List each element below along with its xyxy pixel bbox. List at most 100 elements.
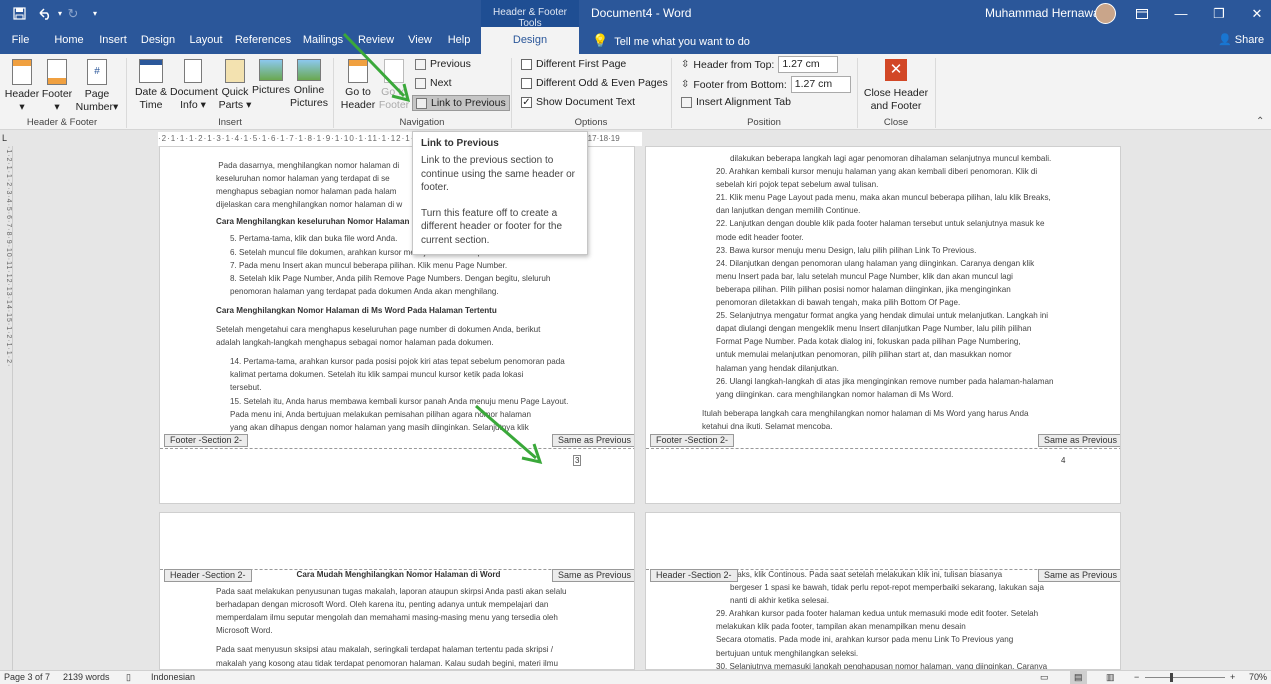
pictures-icon — [259, 59, 283, 81]
go-to-footer-button: Go to Footer — [376, 59, 412, 112]
tab-references[interactable]: References — [233, 27, 293, 54]
save-icon[interactable] — [8, 0, 30, 27]
same-as-previous-tag: Same as Previous — [1038, 569, 1120, 582]
customize-toolbar-icon[interactable]: ▾ — [90, 0, 100, 27]
page-count[interactable]: Page 3 of 7 — [4, 671, 50, 684]
tab-review[interactable]: Review — [355, 27, 397, 54]
undo-dropdown-icon[interactable]: ▾ — [56, 0, 64, 27]
page-number-button[interactable]: # Page Number▾ — [74, 59, 120, 114]
pictures-button[interactable]: Pictures — [252, 59, 290, 97]
quick-parts-icon — [225, 59, 245, 83]
footer-section-tag: Footer -Section 2- — [164, 434, 249, 447]
close-header-footer-button[interactable]: ✕ Close Header and Footer — [862, 59, 930, 113]
zoom-slider[interactable] — [1145, 677, 1225, 678]
person-icon: 👤 — [1218, 34, 1232, 46]
previous-icon — [415, 58, 426, 70]
group-label-insert: Insert — [218, 117, 242, 128]
footer-icon — [47, 59, 67, 85]
online-pictures-icon — [297, 59, 321, 81]
different-odd-even-checkbox[interactable]: Different Odd & Even Pages — [521, 77, 668, 89]
web-layout-icon[interactable]: ▥ — [1106, 671, 1115, 684]
document-info-button[interactable]: Document Info ▾ — [170, 59, 218, 112]
page-6-body[interactable]: reaks, klik Continous. Pada saat setelah… — [702, 568, 1066, 669]
proofing-icon[interactable]: ▯ — [126, 671, 131, 684]
group-label-close: Close — [883, 117, 909, 128]
link-icon — [416, 97, 427, 109]
header-from-top-input[interactable]: 1.27 cm — [778, 56, 839, 73]
checkmark-icon: ✓ — [521, 96, 532, 108]
zoom-in-icon[interactable]: + — [1230, 671, 1235, 684]
page-5-body[interactable]: Cara Mudah Menghilangkan Nomor Halaman d… — [216, 568, 581, 669]
print-layout-icon[interactable]: ▤ — [1070, 671, 1087, 684]
tab-help[interactable]: Help — [443, 27, 475, 54]
different-first-page-checkbox[interactable]: Different First Page — [521, 58, 626, 70]
tab-view[interactable]: View — [404, 27, 436, 54]
tab-home[interactable]: Home — [49, 27, 89, 54]
close-x-icon: ✕ — [885, 59, 907, 81]
document-title: Document4 - Word — [591, 6, 692, 20]
close-icon[interactable]: ✕ — [1238, 0, 1271, 27]
tab-selector-icon[interactable]: L — [2, 133, 12, 143]
tab-design[interactable]: Design — [139, 27, 177, 54]
read-mode-icon[interactable]: ▭ — [1040, 671, 1049, 684]
share-button[interactable]: 👤 Share — [1218, 27, 1264, 54]
tab-mailings[interactable]: Mailings — [300, 27, 346, 54]
page-6[interactable]: reaks, klik Continous. Pada saat setelah… — [645, 512, 1121, 670]
page-number-field[interactable]: 3 — [572, 455, 582, 466]
show-document-text-checkbox[interactable]: ✓ Show Document Text — [521, 96, 635, 108]
go-to-header-icon — [348, 59, 368, 83]
ribbon-display-options-icon[interactable] — [1123, 0, 1161, 27]
footer-position-icon: ⇳ — [681, 79, 690, 90]
document-info-icon — [184, 59, 202, 83]
tab-layout[interactable]: Layout — [186, 27, 226, 54]
user-name[interactable]: Muhammad Hernawan — [985, 6, 1106, 20]
group-label-header-footer: Header & Footer — [26, 117, 98, 128]
horizontal-ruler-end[interactable]: ·17·18·19 — [585, 132, 641, 146]
online-pictures-button[interactable]: Online Pictures — [290, 59, 328, 110]
same-as-previous-tag: Same as Previous — [552, 434, 634, 447]
quick-parts-button[interactable]: Quick Parts ▾ — [218, 59, 252, 112]
restore-icon[interactable]: ❐ — [1200, 0, 1238, 27]
page-number-icon: # — [87, 59, 107, 85]
checkbox-icon — [521, 58, 532, 70]
tab-insert[interactable]: Insert — [96, 27, 130, 54]
calendar-icon — [139, 59, 163, 83]
page-4-body[interactable]: dilakukan beberapa langkah lagi agar pen… — [702, 152, 1066, 433]
checkbox-icon — [521, 77, 532, 89]
footer-button[interactable]: Footer ▾ — [40, 59, 74, 114]
group-separator — [857, 58, 858, 128]
tab-file[interactable]: File — [0, 27, 41, 54]
link-to-previous-button[interactable]: Link to Previous — [412, 95, 510, 111]
tab-header-footer-design[interactable]: Design — [481, 27, 579, 54]
footer-boundary — [160, 448, 634, 449]
go-to-header-button[interactable]: Go to Header — [338, 59, 378, 112]
undo-icon[interactable] — [34, 0, 56, 27]
header-button[interactable]: Header ▾ — [4, 59, 40, 114]
avatar[interactable] — [1095, 3, 1116, 24]
previous-button[interactable]: Previous — [415, 58, 471, 70]
zoom-out-icon[interactable]: − — [1134, 671, 1139, 684]
collapse-ribbon-icon[interactable]: ⌃ — [1256, 116, 1264, 127]
vertical-ruler[interactable]: ·1·2·1·1·2·3·4·5·6·7·8·9·10·11·12·13·14·… — [0, 146, 13, 684]
page-number-field[interactable]: 4 — [1061, 456, 1065, 465]
group-label-position: Position — [747, 117, 781, 128]
footer-from-bottom-input[interactable]: 1.27 cm — [790, 76, 851, 93]
date-time-button[interactable]: Date & Time — [132, 59, 170, 112]
header-from-top-field: ⇳ Header from Top: 1.27 cm — [681, 56, 839, 73]
next-button[interactable]: Next — [415, 77, 452, 89]
page-5[interactable]: Header -Section 2- Same as Previous Cara… — [159, 512, 635, 670]
header-section-tag: Header -Section 2- — [650, 569, 738, 582]
language[interactable]: Indonesian — [151, 671, 195, 684]
footer-section-tag: Footer -Section 2- — [650, 434, 735, 447]
zoom-slider-thumb[interactable] — [1170, 673, 1173, 682]
zoom-level[interactable]: 70% — [1249, 671, 1267, 684]
word-count[interactable]: 2139 words — [63, 671, 110, 684]
insert-alignment-tab-button[interactable]: Insert Alignment Tab — [681, 96, 791, 108]
page-4[interactable]: dilakukan beberapa langkah lagi agar pen… — [645, 146, 1121, 504]
minimize-icon[interactable]: — — [1162, 0, 1200, 27]
tell-me-search[interactable]: 💡 Tell me what you want to do — [592, 27, 750, 54]
header-icon — [12, 59, 32, 85]
lightbulb-icon: 💡 — [592, 33, 609, 48]
header-position-icon: ⇳ — [681, 59, 690, 70]
group-label-navigation: Navigation — [399, 117, 445, 128]
